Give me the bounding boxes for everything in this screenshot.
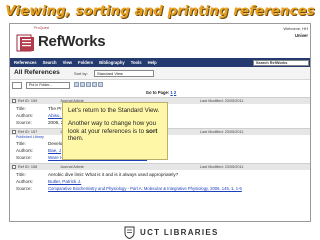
authors-label: Authors: [16, 113, 34, 118]
ref-type: Journal Article [60, 165, 84, 169]
authors-label: Authors: [16, 148, 34, 153]
title-label: Title: [16, 141, 26, 146]
menu-search[interactable]: Search [43, 60, 57, 65]
callout-emphasis: sort [145, 127, 158, 135]
select-checkbox[interactable] [12, 99, 16, 103]
pagination: Go to Page: 1 2 [10, 90, 310, 97]
menu-folders[interactable]: Folders [78, 60, 93, 65]
print-icon[interactable] [74, 82, 79, 87]
folder-icon[interactable] [80, 82, 85, 87]
institution-name: Univer [294, 33, 308, 38]
select-checkbox[interactable] [12, 165, 16, 169]
toolbar-icons [74, 82, 118, 88]
ref-source-row: Source: Comparative Biochemistry and Phy… [10, 185, 310, 192]
ref-title: Aerobic dive limit: What is it and is it… [48, 172, 179, 177]
source-label: Source: [16, 155, 32, 160]
ref-authors-row: Authors: Butler, Patrick J. [10, 178, 310, 185]
uct-crest-icon [124, 226, 135, 239]
select-dropdown[interactable] [12, 81, 22, 89]
title-label: Title: [16, 106, 26, 111]
sort-label: Sort by: [74, 71, 88, 76]
ref-id: Ref ID: 158 [18, 165, 38, 169]
page-link-2[interactable]: 2 [174, 90, 176, 95]
pagination-label: Go to Page: [145, 90, 170, 95]
menu-references[interactable]: References [14, 60, 37, 65]
title-label: Title: [16, 172, 26, 177]
authors-label: Authors: [16, 179, 34, 184]
refworks-screenshot: ProQuest RefWorks Welcome, HH Univer Ref… [9, 23, 311, 222]
callout-line-1: Let’s return to the Standard View. [68, 107, 160, 114]
callout-line-2: Another way to change how you look at yo… [68, 120, 158, 142]
sort-select[interactable]: Standard View [94, 69, 154, 77]
delete-icon[interactable] [86, 82, 91, 87]
reference-toolbar: Put in Folder... [10, 81, 310, 89]
ref-id: Ref ID: 159 [18, 99, 38, 103]
tutorial-callout: Let’s return to the Standard View. Anoth… [62, 102, 168, 160]
welcome-text: Welcome, HH [283, 26, 308, 31]
footer-logo: UCT LIBRARIES [0, 224, 320, 240]
ref-source[interactable]: Comparative Biochemistry and Physiology … [48, 185, 242, 192]
refworks-logo-icon [16, 34, 34, 52]
source-label: Source: [16, 120, 32, 125]
menu-tools[interactable]: Tools [131, 60, 142, 65]
main-menu-bar: References Search View Folders Bibliogra… [10, 58, 310, 67]
footer-text: UCT LIBRARIES [140, 228, 219, 237]
ref-authors[interactable]: Butler, Patrick J. [48, 178, 81, 185]
source-label: Source: [16, 186, 32, 191]
select-checkbox[interactable] [12, 130, 16, 134]
refworks-logo-text: RefWorks [38, 33, 106, 50]
ref-last-modified: Last Modified: 23/05/2011 [200, 165, 244, 169]
search-input[interactable]: Search RefWorks [253, 59, 309, 66]
ref-title-row: Title: Aerobic dive limit: What is it an… [10, 171, 310, 178]
proquest-link[interactable]: ProQuest [34, 26, 49, 30]
page-link-1[interactable]: 1 [170, 90, 172, 95]
app-header: ProQuest RefWorks Welcome, HH Univer [10, 24, 310, 58]
ref-author-first[interactable]: Bae, J [48, 148, 61, 153]
ref-last-modified: Last Modified: 23/05/2011 [200, 99, 244, 103]
references-bar: All References Sort by: Standard View [10, 67, 310, 80]
menu-help[interactable]: Help [148, 60, 157, 65]
email-icon[interactable] [98, 82, 103, 87]
put-in-folder-select[interactable]: Put in Folder... [26, 81, 70, 89]
menu-bibliography[interactable]: Bibliography [99, 60, 125, 65]
page-heading: All References [14, 69, 60, 76]
menu-view[interactable]: View [63, 60, 72, 65]
export-icon[interactable] [92, 82, 97, 87]
reference-header: Ref ID: 158 Journal Article Last Modifie… [10, 163, 310, 170]
